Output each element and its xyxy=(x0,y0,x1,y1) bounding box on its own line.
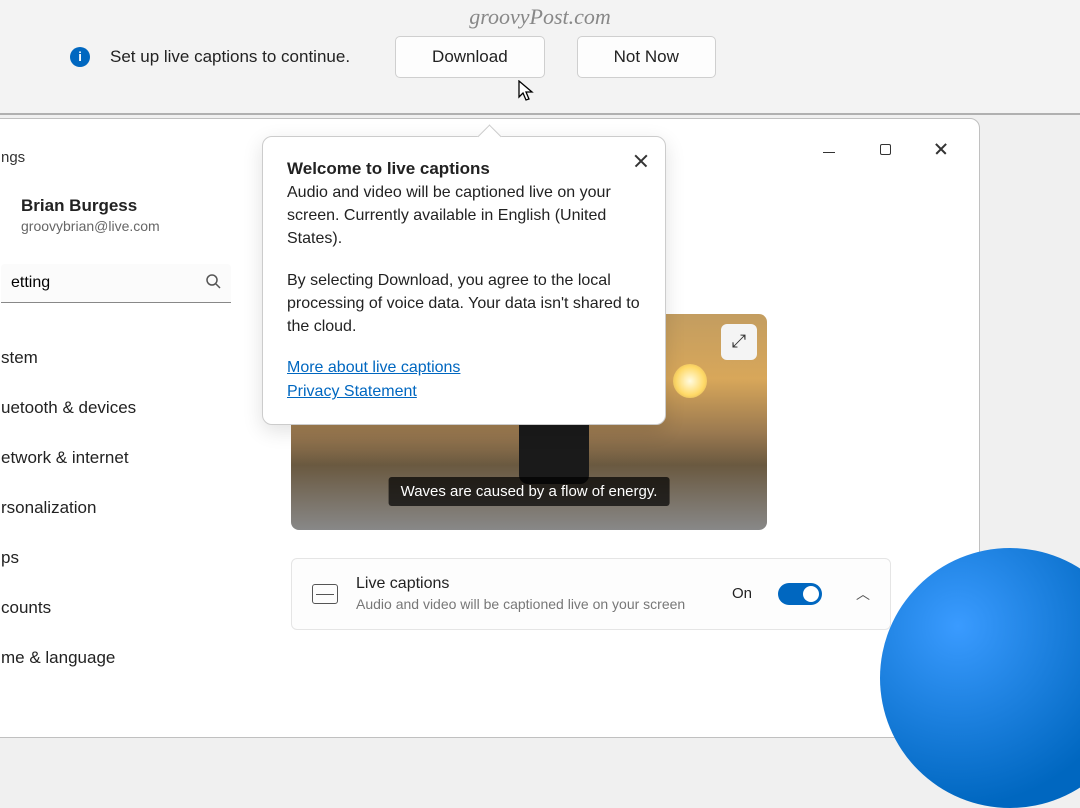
search-input[interactable] xyxy=(1,264,231,303)
video-caption: Waves are caused by a flow of energy. xyxy=(389,477,670,506)
notification-text: Set up live captions to continue. xyxy=(110,47,350,67)
flyout-title: Welcome to live captions xyxy=(287,159,641,179)
live-captions-option[interactable]: Live captions Audio and video will be ca… xyxy=(291,558,891,630)
flyout-paragraph-2: By selecting Download, you agree to the … xyxy=(287,269,641,339)
expand-icon[interactable]: ⤢ xyxy=(721,324,757,360)
watermark-text: groovyPost.com xyxy=(469,4,611,30)
app-title: ngs xyxy=(0,139,271,166)
toggle-state-label: On xyxy=(732,585,752,602)
live-captions-toggle[interactable] xyxy=(778,583,822,605)
sidebar-item-bluetooth[interactable]: uetooth & devices xyxy=(1,383,271,433)
sidebar: ngs Brian Burgess groovybrian@live.com s… xyxy=(0,119,271,737)
more-about-link[interactable]: More about live captions xyxy=(287,356,641,380)
sidebar-item-personalization[interactable]: rsonalization xyxy=(1,483,271,533)
privacy-statement-link[interactable]: Privacy Statement xyxy=(287,380,641,404)
search-icon[interactable] xyxy=(206,274,221,293)
sidebar-item-time-language[interactable]: me & language xyxy=(1,633,271,683)
welcome-flyout: Welcome to live captions Audio and video… xyxy=(262,136,666,425)
sidebar-item-network[interactable]: etwork & internet xyxy=(1,433,271,483)
sidebar-item-system[interactable]: stem xyxy=(1,333,271,383)
flyout-paragraph-1: Audio and video will be captioned live o… xyxy=(287,181,641,251)
download-button[interactable]: Download xyxy=(395,36,545,78)
sidebar-item-apps[interactable]: ps xyxy=(1,533,271,583)
user-block[interactable]: Brian Burgess groovybrian@live.com xyxy=(0,166,271,234)
captions-icon xyxy=(312,584,338,604)
option-title: Live captions xyxy=(356,575,714,593)
chevron-up-icon[interactable]: ︿ xyxy=(856,584,870,604)
info-icon: i xyxy=(70,47,90,67)
option-subtitle: Audio and video will be captioned live o… xyxy=(356,595,714,613)
sun-graphic xyxy=(673,364,707,398)
user-email: groovybrian@live.com xyxy=(21,218,271,234)
nav-list: stem uetooth & devices etwork & internet… xyxy=(0,323,271,683)
sidebar-item-accounts[interactable]: counts xyxy=(1,583,271,633)
user-name: Brian Burgess xyxy=(21,196,271,216)
not-now-button[interactable]: Not Now xyxy=(577,36,716,78)
flyout-close-button[interactable] xyxy=(631,151,651,171)
